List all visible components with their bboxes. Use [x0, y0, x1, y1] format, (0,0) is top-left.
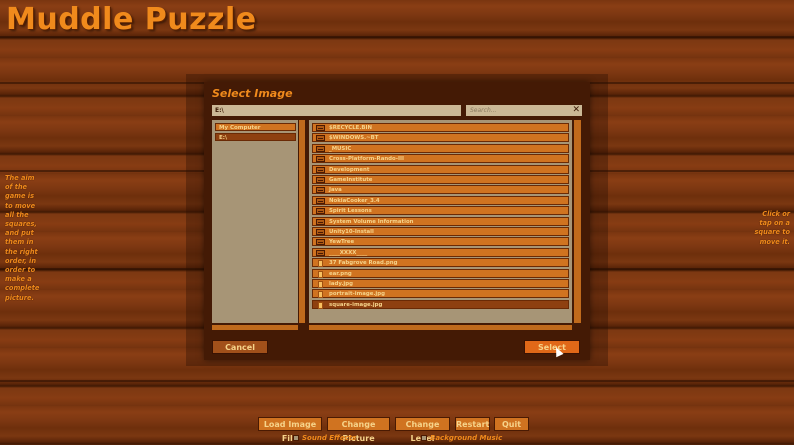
file-icon	[318, 260, 323, 268]
list-item[interactable]: System Volume Information	[312, 216, 569, 226]
change-level-button[interactable]: Change Level	[395, 417, 450, 443]
background-music-label: Background Music	[430, 434, 503, 442]
file-icon	[318, 270, 323, 278]
folder-icon	[316, 249, 325, 256]
folder-icon	[316, 187, 325, 194]
sound-effects-label: Sound Effects	[302, 434, 357, 442]
game-title: Muddle Puzzle	[6, 2, 257, 37]
list-item[interactable]: ear.png	[312, 268, 569, 278]
list-item[interactable]: YewTree	[312, 237, 569, 247]
checkbox-icon[interactable]	[421, 435, 427, 441]
file-icon	[318, 301, 323, 309]
folder-icon	[316, 145, 325, 152]
folder-icon	[316, 125, 325, 131]
list-item[interactable]: ____XXXX____	[312, 247, 569, 257]
files-hscrollbar[interactable]	[309, 325, 572, 330]
list-item[interactable]: 37 Fabgrove Road.png	[312, 258, 569, 268]
cancel-button[interactable]: Cancel	[212, 340, 268, 354]
change-picture-button[interactable]: Change Picture	[327, 417, 390, 443]
list-item[interactable]: _MUSIC	[312, 143, 569, 153]
list-item[interactable]: Cross-Platform-Rando-III	[312, 154, 569, 164]
list-item[interactable]: $WINDOWS.~BT	[312, 133, 569, 143]
folder-icon	[316, 166, 325, 173]
list-item[interactable]: portrait-image.jpg	[312, 289, 569, 299]
path-field[interactable]: E:\	[212, 105, 461, 116]
sound-effects-toggle[interactable]: Sound Effects	[293, 434, 356, 443]
folder-icon	[316, 229, 325, 235]
select-button[interactable]: Select	[524, 340, 580, 354]
location-item-my-computer[interactable]: My Computer	[215, 123, 296, 131]
bottom-toolbar: Load Image File Change Picture Change Le…	[0, 416, 794, 445]
checkbox-icon[interactable]	[293, 435, 299, 441]
list-item[interactable]: Spirit Lessons	[312, 206, 569, 216]
search-placeholder: Search...	[470, 107, 497, 114]
search-input[interactable]: Search... ✕	[466, 105, 582, 116]
select-image-dialog: Select Image E:\ Search... ✕ My Computer…	[204, 82, 590, 360]
folder-icon	[316, 208, 325, 215]
locations-hscrollbar[interactable]	[212, 325, 298, 330]
list-item[interactable]: lady.jpg	[312, 279, 569, 288]
file-icon	[318, 291, 323, 299]
folder-icon	[316, 218, 325, 225]
folder-icon	[316, 239, 325, 246]
folder-icon	[316, 177, 325, 183]
list-item[interactable]: Development	[312, 164, 569, 174]
load-image-file-button[interactable]: Load Image File	[258, 417, 322, 443]
list-item[interactable]: square-image.jpg	[312, 299, 569, 309]
files-pane: $RECYCLE.BIN $WINDOWS.~BT _MUSIC Cross-P…	[309, 120, 572, 323]
folder-icon	[316, 156, 325, 163]
instructions-left: The aim of the game is to move all the s…	[5, 174, 40, 302]
folder-icon	[316, 135, 325, 142]
instructions-right: Click or tap on a square to move it.	[754, 210, 791, 246]
list-item[interactable]: Unity10-Install	[312, 227, 569, 236]
list-item[interactable]: GameInstitute	[312, 175, 569, 184]
file-icon	[318, 281, 323, 288]
location-item-drive-e[interactable]: E:\	[215, 133, 296, 141]
locations-scrollbar[interactable]	[299, 120, 305, 323]
files-scrollbar[interactable]	[574, 120, 581, 323]
list-item[interactable]: Java	[312, 185, 569, 195]
list-item[interactable]: NokiaCooker_3.4	[312, 195, 569, 205]
restart-button[interactable]: Restart	[455, 417, 490, 431]
close-icon[interactable]: ✕	[572, 105, 580, 116]
wood-plank-divider	[0, 380, 794, 382]
folder-icon	[316, 197, 325, 204]
locations-pane: My Computer E:\	[212, 120, 298, 323]
dialog-title: Select Image	[212, 87, 293, 100]
background-music-toggle[interactable]: Background Music	[421, 434, 502, 443]
list-item[interactable]: $RECYCLE.BIN	[312, 123, 569, 132]
quit-button[interactable]: Quit	[494, 417, 529, 431]
